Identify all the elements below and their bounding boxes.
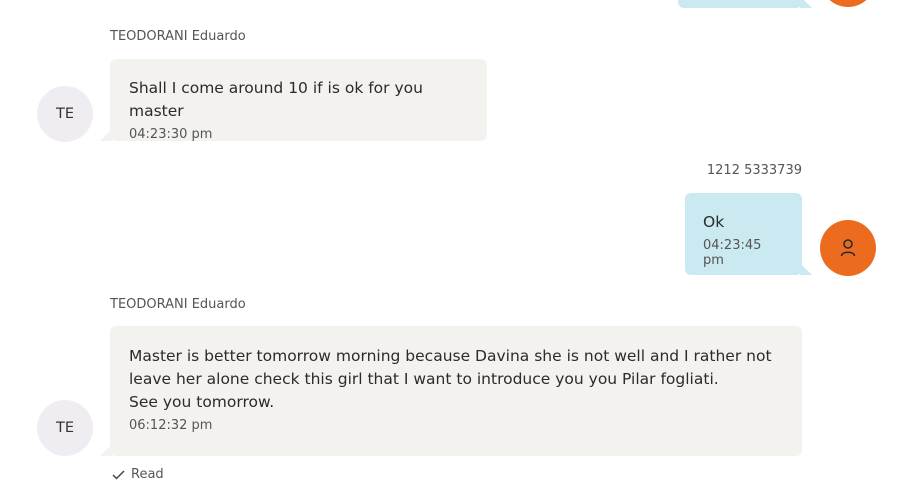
avatar-initials: TE xyxy=(55,420,75,436)
check-icon xyxy=(112,469,125,480)
message-bubble[interactable]: Ok 04:23:45 pm xyxy=(685,193,812,275)
previous-message-bubble[interactable] xyxy=(678,0,812,8)
read-status-label: Read xyxy=(131,467,164,482)
message-bubble[interactable]: Shall I come around 10 if is ok for you … xyxy=(100,59,487,142)
message-text: Ok xyxy=(703,213,725,231)
read-status: Read xyxy=(112,467,164,482)
sender-avatar[interactable]: TE xyxy=(37,400,93,456)
user-avatar[interactable] xyxy=(820,220,876,276)
sender-name: TEODORANI Eduardo xyxy=(110,29,246,44)
message-text: Shall I come around 10 if is ok for you … xyxy=(129,79,423,120)
sender-name: 1212 5333739 xyxy=(706,163,802,178)
message-time: 04:23:30 pm xyxy=(129,127,213,142)
person-icon xyxy=(839,238,857,258)
message-time: 04:23:45 pm xyxy=(703,238,762,268)
chat-thread: TEODORANI Eduardo Shall I come around 10… xyxy=(0,0,900,500)
user-avatar[interactable] xyxy=(820,0,876,7)
sender-avatar[interactable]: TE xyxy=(37,86,93,142)
message-text: Master is better tomorrow morning becaus… xyxy=(129,347,772,411)
message-time: 06:12:32 pm xyxy=(129,418,213,433)
sender-name: TEODORANI Eduardo xyxy=(110,297,246,312)
message-bubble[interactable]: Master is better tomorrow morning becaus… xyxy=(100,326,802,456)
avatar-initials: TE xyxy=(55,106,75,122)
